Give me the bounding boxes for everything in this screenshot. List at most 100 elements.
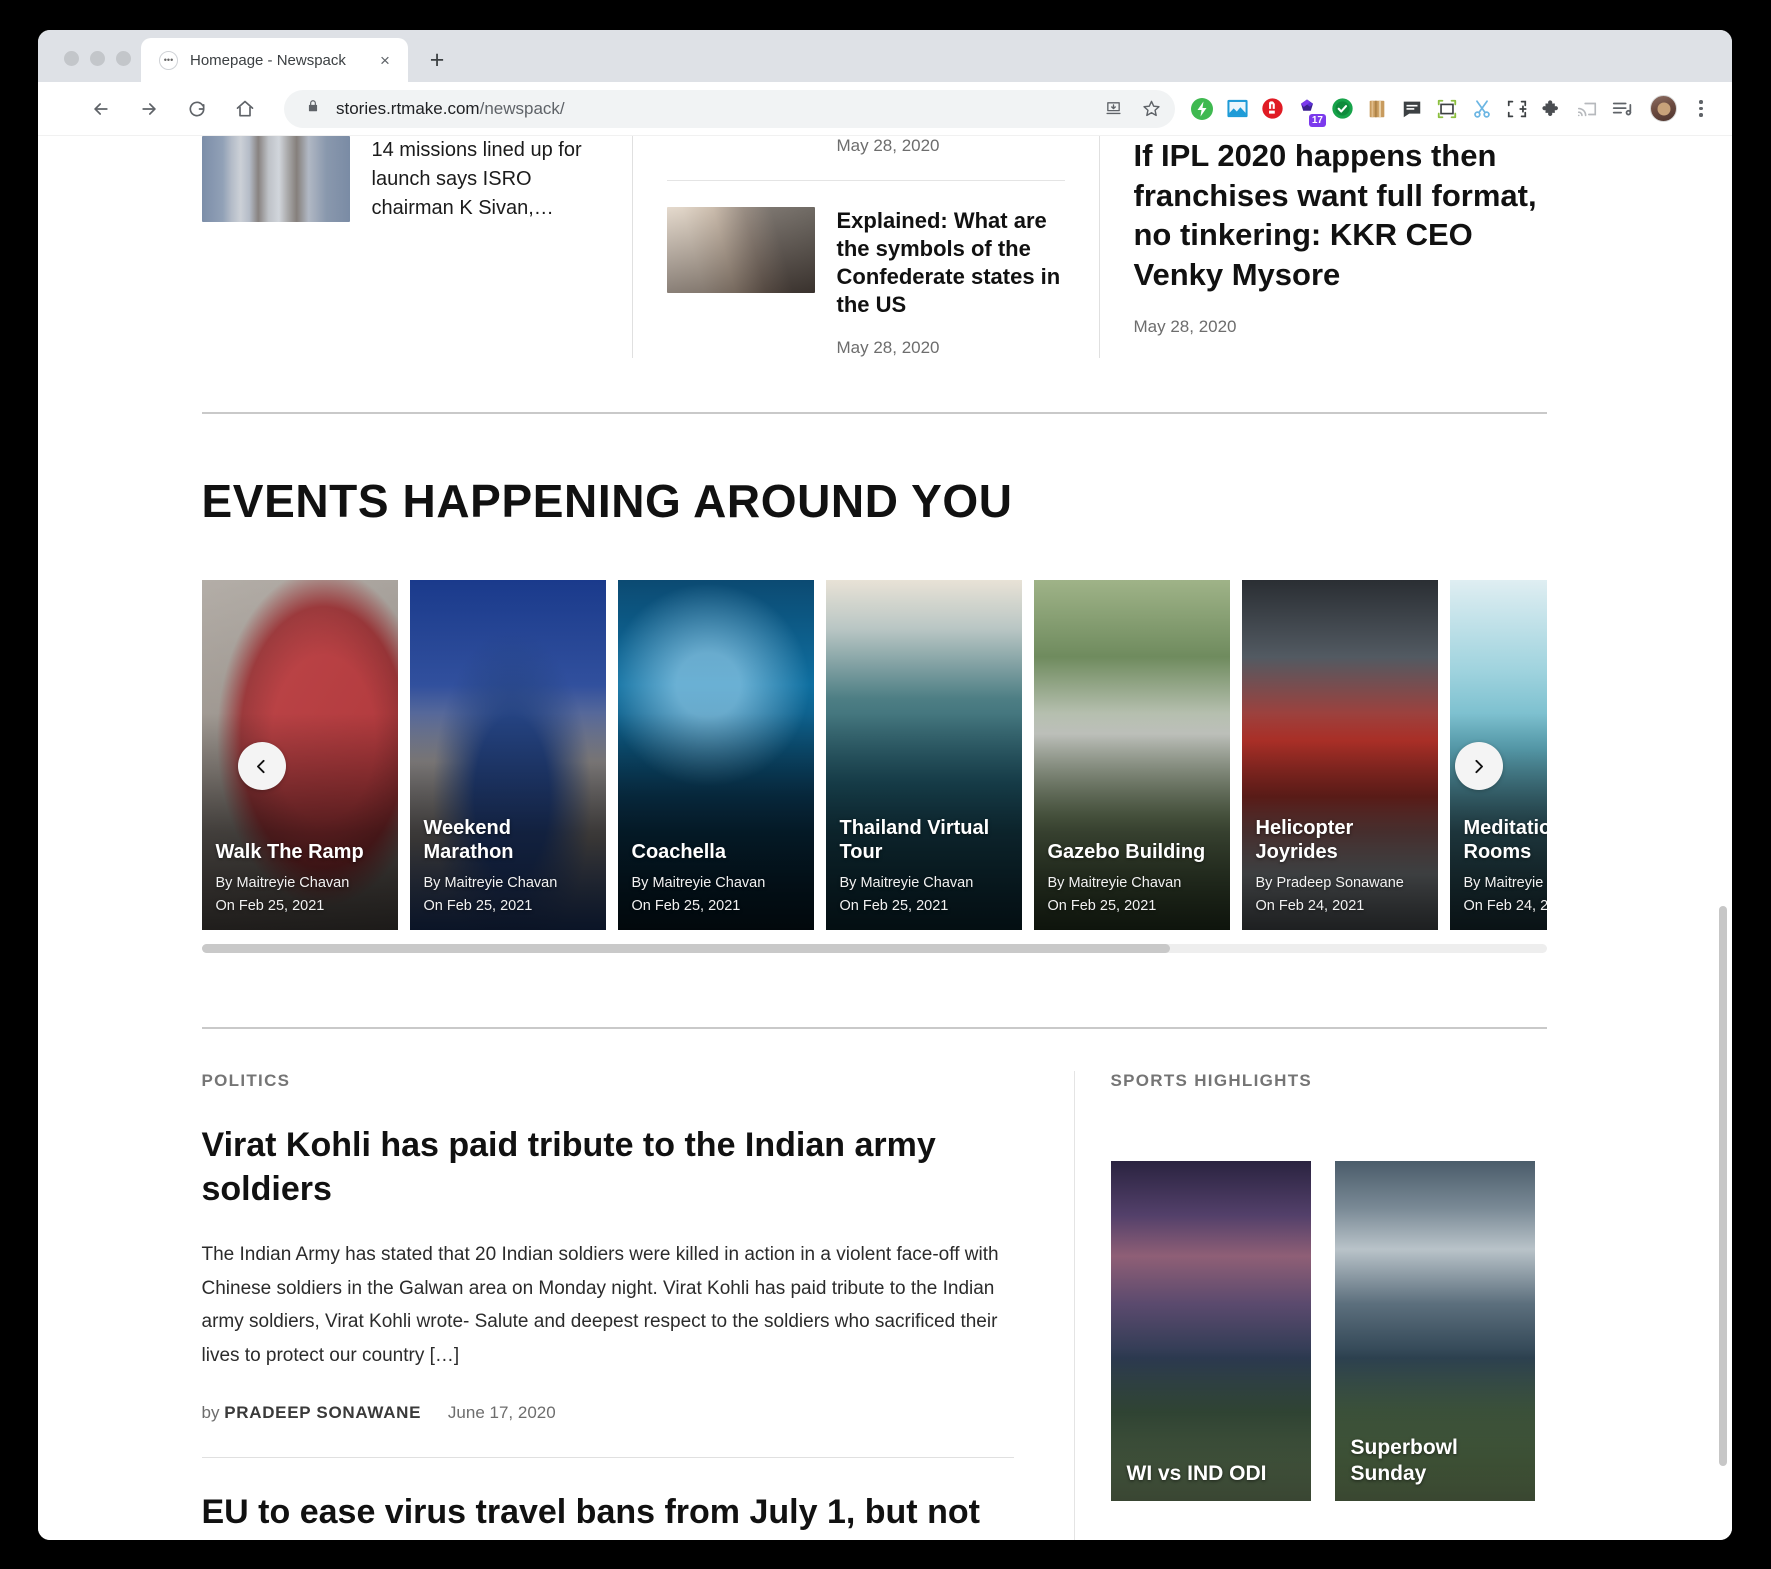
cast-icon[interactable] — [1572, 94, 1602, 124]
event-card[interactable]: Walk The Ramp By Maitreyie Chavan On Feb… — [201, 579, 398, 930]
post-author[interactable]: PRADEEP SONAWANE — [224, 1403, 421, 1422]
carousel-track[interactable]: Walk The Ramp By Maitreyie Chavan On Feb… — [201, 579, 1547, 930]
event-author: By Maitreyie Chavan — [423, 874, 558, 891]
section-divider — [201, 1026, 1547, 1029]
extensions-puzzle-icon[interactable] — [1537, 94, 1567, 124]
carousel-scrollbar[interactable] — [201, 943, 1547, 953]
carousel-next-icon[interactable] — [1454, 742, 1503, 791]
event-card[interactable]: Helicopter Joyrides By Pradeep Sonawane … — [1241, 579, 1438, 930]
page-scrollbar-thumb[interactable] — [1719, 906, 1727, 1466]
extension-purple-calendar-icon[interactable]: 17 — [1292, 94, 1326, 127]
event-author: By Pradeep Sonawane — [1255, 874, 1404, 891]
extension-notes-icon[interactable] — [1397, 94, 1427, 124]
browser-tab[interactable]: ••• Homepage - Newspack × — [141, 38, 408, 82]
profile-avatar[interactable] — [1650, 95, 1677, 122]
event-title[interactable]: Meditation Rooms — [1464, 816, 1547, 865]
page-scrollbar[interactable] — [1717, 136, 1729, 1540]
event-date: On Feb 25, 2021 — [215, 897, 325, 914]
event-date: On Feb 24, 2021 — [1463, 897, 1547, 914]
article-title[interactable]: Explained: What are the symbols of the C… — [837, 207, 1065, 320]
event-card[interactable]: Gazebo Building By Maitreyie Chavan On F… — [1033, 579, 1230, 930]
reload-icon[interactable] — [178, 90, 216, 128]
post-title[interactable]: EU to ease virus travel bans from July 1… — [202, 1490, 1014, 1540]
minimize-window-button[interactable] — [90, 51, 105, 66]
page-content: 14 missions lined up for launch says ISR… — [38, 136, 1710, 1540]
page-viewport: 14 missions lined up for launch says ISR… — [38, 136, 1732, 1540]
event-card[interactable]: Thailand Virtual Tour By Maitreyie Chava… — [825, 579, 1022, 930]
carousel-prev-icon[interactable] — [237, 742, 286, 791]
street-bicycle-thumbnail — [666, 207, 815, 293]
top-article-column-1: 14 missions lined up for launch says ISR… — [201, 136, 632, 358]
extension-scissors-icon[interactable] — [1467, 94, 1497, 124]
event-title[interactable]: Helicopter Joyrides — [1256, 816, 1426, 865]
extension-green-bolt-icon[interactable] — [1187, 94, 1217, 124]
extension-screenshot-icon[interactable] — [1502, 94, 1532, 124]
page-favicon: ••• — [159, 50, 178, 70]
sports-card-title[interactable]: Superbowl Sunday — [1351, 1435, 1523, 1487]
extension-green-check-icon[interactable] — [1327, 94, 1357, 124]
sports-card[interactable]: Superbowl Sunday — [1334, 1160, 1535, 1501]
event-title[interactable]: Weekend Marathon — [424, 816, 594, 865]
omnibox-actions — [1097, 93, 1167, 125]
by-prefix: by — [201, 1402, 220, 1422]
bookmark-star-icon[interactable] — [1135, 93, 1167, 125]
politics-post[interactable]: Virat Kohli has paid tribute to the Indi… — [202, 1123, 1014, 1423]
event-title[interactable]: Thailand Virtual Tour — [840, 816, 1010, 865]
lock-icon — [306, 99, 322, 118]
chrome-menu-icon[interactable] — [1688, 100, 1714, 117]
close-icon[interactable]: × — [374, 49, 396, 71]
article-title[interactable]: If IPL 2020 happens then franchises want… — [1134, 136, 1547, 295]
extensions-bar: 17 — [1175, 94, 1714, 127]
back-icon[interactable] — [82, 90, 120, 128]
sports-card-title[interactable]: WI vs IND ODI — [1127, 1461, 1299, 1487]
url-host: stories.rtmake.com — [336, 98, 480, 118]
extension-fullscreen-icon[interactable] — [1432, 94, 1462, 124]
url-path: /newspack/ — [479, 98, 565, 118]
event-title[interactable]: Coachella — [632, 840, 802, 864]
event-date: On Feb 25, 2021 — [1047, 897, 1157, 914]
divider — [666, 180, 1065, 181]
event-author: By Maitreyie Chavan — [1463, 874, 1547, 891]
events-carousel[interactable]: Walk The Ramp By Maitreyie Chavan On Feb… — [201, 579, 1547, 953]
extension-blue-image-icon[interactable] — [1222, 94, 1252, 124]
article-date: May 28, 2020 — [836, 337, 940, 357]
event-title[interactable]: Gazebo Building — [1048, 840, 1218, 864]
event-date: On Feb 25, 2021 — [631, 897, 741, 914]
forward-icon[interactable] — [130, 90, 168, 128]
article-date-cut: May 28, 2020 — [836, 136, 940, 155]
tab-title: Homepage - Newspack — [190, 51, 346, 69]
extension-red-shield-icon[interactable] — [1257, 94, 1287, 124]
rocket-launch-thumbnail — [201, 136, 350, 222]
lower-sections: POLITICS Virat Kohli has paid tribute to… — [201, 1070, 1547, 1540]
new-tab-button[interactable]: + — [420, 43, 454, 77]
home-icon[interactable] — [226, 90, 264, 128]
article-card-isro[interactable]: 14 missions lined up for launch says ISR… — [201, 136, 598, 223]
post-excerpt: The Indian Army has stated that 20 India… — [201, 1243, 999, 1367]
politics-kicker: POLITICS — [201, 1070, 291, 1090]
sports-card[interactable]: WI vs IND ODI — [1110, 1160, 1311, 1501]
post-date: June 17, 2020 — [447, 1402, 556, 1422]
tab-strip: ••• Homepage - Newspack × + — [38, 30, 1732, 82]
maximize-window-button[interactable] — [116, 51, 131, 66]
close-window-button[interactable] — [64, 51, 79, 66]
address-bar[interactable]: stories.rtmake.com/newspack/ — [284, 89, 1175, 128]
politics-section: POLITICS Virat Kohli has paid tribute to… — [201, 1070, 1074, 1540]
install-icon[interactable] — [1097, 93, 1129, 125]
article-date: May 28, 2020 — [1133, 316, 1237, 336]
event-card[interactable]: Weekend Marathon By Maitreyie Chavan On … — [409, 579, 606, 930]
extension-badge-count: 17 — [1308, 113, 1326, 127]
event-card[interactable]: Coachella By Maitreyie Chavan On Feb 25,… — [617, 579, 814, 930]
event-title[interactable]: Walk The Ramp — [216, 840, 386, 864]
divider — [201, 1456, 1014, 1458]
politics-post[interactable]: EU to ease virus travel bans from July 1… — [202, 1490, 1014, 1540]
post-title[interactable]: Virat Kohli has paid tribute to the Indi… — [202, 1123, 1014, 1212]
article-card-confederate[interactable]: Explained: What are the symbols of the C… — [666, 207, 1065, 358]
events-section-heading: EVENTS HAPPENING AROUND YOU — [201, 474, 1013, 527]
article-title[interactable]: 14 missions lined up for launch says ISR… — [372, 136, 598, 223]
extension-book-icon[interactable] — [1362, 94, 1392, 124]
section-divider — [201, 411, 1547, 414]
reading-list-icon[interactable] — [1607, 94, 1637, 124]
carousel-scrollbar-thumb[interactable] — [201, 943, 1170, 953]
event-author: By Maitreyie Chavan — [839, 874, 974, 891]
top-article-column-3: If IPL 2020 happens then franchises want… — [1100, 136, 1547, 358]
